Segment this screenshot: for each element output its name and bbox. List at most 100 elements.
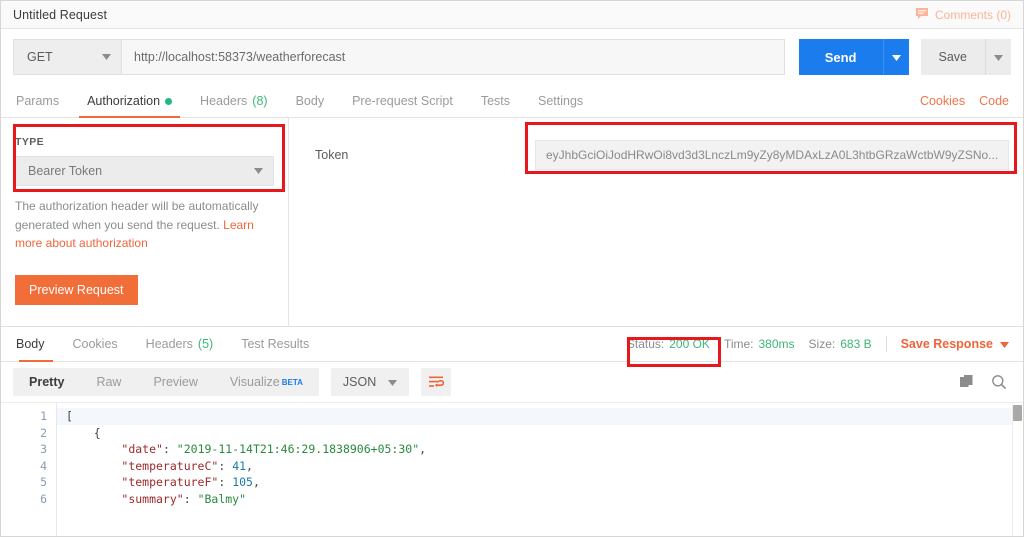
size-label: Size:	[808, 337, 836, 351]
tab-label: Headers	[145, 337, 193, 351]
format-label: JSON	[342, 375, 377, 389]
send-button[interactable]: Send	[798, 39, 883, 75]
code-link[interactable]: Code	[979, 94, 1009, 108]
line-number: 1	[40, 409, 47, 423]
preview-request-button[interactable]: Preview Request	[15, 274, 138, 305]
save-response-button[interactable]: Save Response	[901, 337, 1009, 351]
view-mode-pretty[interactable]: Pretty	[13, 368, 80, 396]
response-tab-headers[interactable]: Headers (5)	[132, 327, 228, 361]
status-group: Status: 200 OK	[626, 337, 721, 367]
vertical-scrollbar-track[interactable]	[1012, 403, 1023, 536]
tab-links: Cookies Code	[920, 85, 1011, 117]
auth-type-value: Bearer Token	[28, 164, 103, 178]
tab-pre-request-script[interactable]: Pre-request Script	[338, 85, 467, 117]
auth-type-select[interactable]: Bearer Token	[15, 156, 274, 186]
view-mode-group: Pretty Raw Preview Visualize BETA	[13, 368, 319, 396]
tab-authorization[interactable]: Authorization	[73, 85, 186, 118]
send-options-button[interactable]	[882, 39, 909, 75]
status-value: 200 OK	[669, 337, 710, 351]
line-number: 2	[40, 425, 47, 440]
line-number: 4	[40, 458, 47, 473]
headers-count: (8)	[252, 94, 268, 108]
time-value: 380ms	[758, 337, 795, 351]
mode-label: Raw	[96, 375, 122, 389]
authorization-panel: TYPE Bearer Token The authorization head…	[1, 118, 1023, 327]
comments-label: Comments (0)	[934, 7, 1011, 22]
chevron-down-icon	[388, 375, 398, 389]
auth-token-column: Token eyJhbGciOiJodHRwOi8vd3d3LnczLm9yZy…	[289, 118, 1024, 326]
code-line: "temperatureC": 41,	[121, 458, 253, 473]
save-group: Save	[920, 39, 1011, 75]
postman-window: Untitled Request Comments (0) GET http:/…	[0, 0, 1024, 537]
line-number: 6	[40, 491, 47, 506]
line-number-gutter: 1 2 3 4 5 6	[1, 403, 57, 536]
chevron-down-icon	[891, 48, 901, 66]
response-body-viewer[interactable]: 1 2 3 4 5 6 [ { "date": "2019-11-14T21:4…	[1, 402, 1023, 536]
response-tab-body[interactable]: Body	[13, 327, 59, 362]
tab-tests[interactable]: Tests	[467, 85, 524, 117]
beta-badge: BETA	[281, 377, 303, 387]
tab-label: Test Results	[241, 337, 310, 351]
divider	[885, 336, 887, 352]
save-options-button[interactable]	[985, 39, 1011, 75]
time-badge: Time: 380ms	[724, 337, 795, 351]
vertical-scrollbar-thumb[interactable]	[1013, 405, 1022, 421]
response-tab-cookies[interactable]: Cookies	[59, 327, 132, 361]
response-status-bar: Status: 200 OK Time: 380ms Size: 683 B S…	[626, 327, 1011, 367]
tab-label: Headers	[200, 94, 248, 108]
code-line: "date": "2019-11-14T21:46:29.1838906+05:…	[121, 442, 427, 456]
response-format-select[interactable]: JSON	[330, 368, 410, 396]
comment-bubble-icon	[915, 7, 929, 23]
response-tabs: Body Cookies Headers (5) Test Results St…	[1, 327, 1023, 367]
auth-note-text: The authorization header will be automat…	[15, 199, 259, 232]
search-icon[interactable]	[991, 374, 1007, 390]
request-url-input[interactable]: http://localhost:58373/weatherforecast	[121, 39, 785, 75]
tab-label: Params	[16, 94, 60, 108]
tab-settings[interactable]: Settings	[524, 85, 597, 117]
word-wrap-icon[interactable]	[421, 368, 452, 396]
view-mode-preview[interactable]: Preview	[137, 368, 213, 396]
mode-label: Preview	[153, 375, 198, 389]
cookies-link[interactable]: Cookies	[920, 94, 965, 108]
code-line: "temperatureF": 105,	[121, 475, 260, 489]
token-value: eyJhbGciOiJodHRwOi8vd3d3LnczLm9yZy8yMDAx…	[546, 148, 999, 162]
page-title: Untitled Request	[13, 7, 108, 22]
view-mode-visualize[interactable]: Visualize BETA	[214, 368, 319, 396]
token-input[interactable]: eyJhbGciOiJodHRwOi8vd3d3LnczLm9yZy8yMDAx…	[535, 140, 1010, 170]
auth-type-label: TYPE	[15, 136, 45, 148]
mode-label: Visualize	[229, 375, 280, 389]
code-line: [	[57, 408, 1023, 425]
tab-label: Pre-request Script	[352, 94, 453, 108]
comments-button[interactable]: Comments (0)	[915, 7, 1011, 23]
response-viewer-toolbar: Pretty Raw Preview Visualize BETA JSON	[1, 362, 1023, 402]
view-mode-raw[interactable]: Raw	[80, 368, 137, 396]
url-bar: GET http://localhost:58373/weatherforeca…	[1, 29, 1023, 85]
tab-label: Authorization	[87, 94, 161, 108]
line-number: 3	[40, 442, 47, 456]
chevron-down-icon	[254, 168, 263, 174]
chevron-down-icon	[1000, 337, 1009, 351]
save-response-label: Save Response	[900, 337, 993, 351]
tab-headers[interactable]: Headers (8)	[186, 85, 282, 117]
http-method-select[interactable]: GET	[13, 39, 121, 75]
line-number: 5	[40, 475, 47, 489]
tab-label: Cookies	[72, 337, 118, 351]
chevron-down-icon	[102, 54, 111, 60]
status-badge: Status: 200 OK	[627, 337, 710, 351]
save-button[interactable]: Save	[920, 39, 985, 75]
size-value: 683 B	[840, 337, 872, 351]
viewer-actions	[959, 374, 1011, 390]
request-url-value: http://localhost:58373/weatherforecast	[134, 50, 346, 64]
response-tab-test-results[interactable]: Test Results	[227, 327, 323, 361]
tab-params[interactable]: Params	[13, 85, 73, 117]
tab-body[interactable]: Body	[282, 85, 339, 117]
time-label: Time:	[723, 337, 754, 351]
size-badge: Size: 683 B	[809, 337, 872, 351]
http-method-label: GET	[27, 50, 53, 64]
tab-label: Settings	[538, 94, 584, 108]
response-headers-count: (5)	[197, 337, 214, 351]
copy-icon[interactable]	[959, 374, 975, 390]
code-line: "summary": "Balmy"	[121, 491, 247, 506]
tab-label: Body	[16, 337, 45, 351]
send-group: Send	[798, 39, 909, 75]
